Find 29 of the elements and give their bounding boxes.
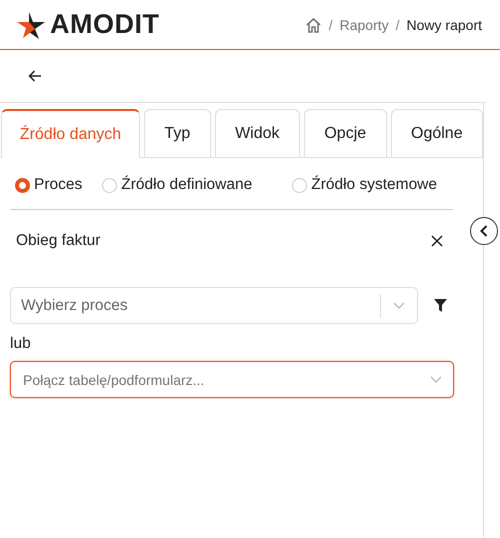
radio-option[interactable]: Proces bbox=[15, 176, 82, 194]
tab[interactable]: Źródło danych bbox=[1, 109, 140, 158]
breadcrumb-separator: / bbox=[396, 16, 400, 32]
radio-button[interactable] bbox=[292, 178, 308, 192]
breadcrumb-current: Nowy raport bbox=[406, 16, 482, 32]
or-label: lub bbox=[10, 335, 31, 353]
chevron-down-icon bbox=[430, 376, 442, 383]
close-icon[interactable] bbox=[431, 235, 443, 247]
tab[interactable]: Ogólne bbox=[390, 109, 484, 157]
chevron-left-icon bbox=[480, 225, 488, 237]
radio-option[interactable]: Źródło definiowane bbox=[102, 176, 252, 194]
tab[interactable]: Opcje bbox=[304, 109, 387, 157]
breadcrumb-separator: / bbox=[328, 16, 333, 32]
chevron-down-icon bbox=[393, 302, 405, 309]
process-select[interactable]: Wybierz proces bbox=[10, 287, 418, 324]
radio-button[interactable] bbox=[15, 178, 30, 192]
breadcrumb-link[interactable]: Raporty bbox=[340, 16, 389, 32]
star-logo-icon bbox=[16, 10, 46, 40]
collapse-panel-button[interactable] bbox=[470, 217, 498, 245]
logo-text: AMODIT bbox=[50, 9, 160, 40]
radio-button[interactable] bbox=[102, 178, 118, 192]
radio-option[interactable]: Źródło systemowe bbox=[292, 176, 437, 194]
back-arrow-icon[interactable] bbox=[28, 70, 42, 82]
join-table-field[interactable]: Połącz tabelę/podformularz... bbox=[10, 361, 454, 398]
filter-icon[interactable] bbox=[434, 299, 447, 312]
tab[interactable]: Widok bbox=[214, 109, 300, 157]
tab[interactable]: Typ bbox=[144, 109, 211, 157]
home-icon[interactable] bbox=[304, 16, 322, 32]
process-name: Obieg faktur bbox=[16, 232, 100, 250]
